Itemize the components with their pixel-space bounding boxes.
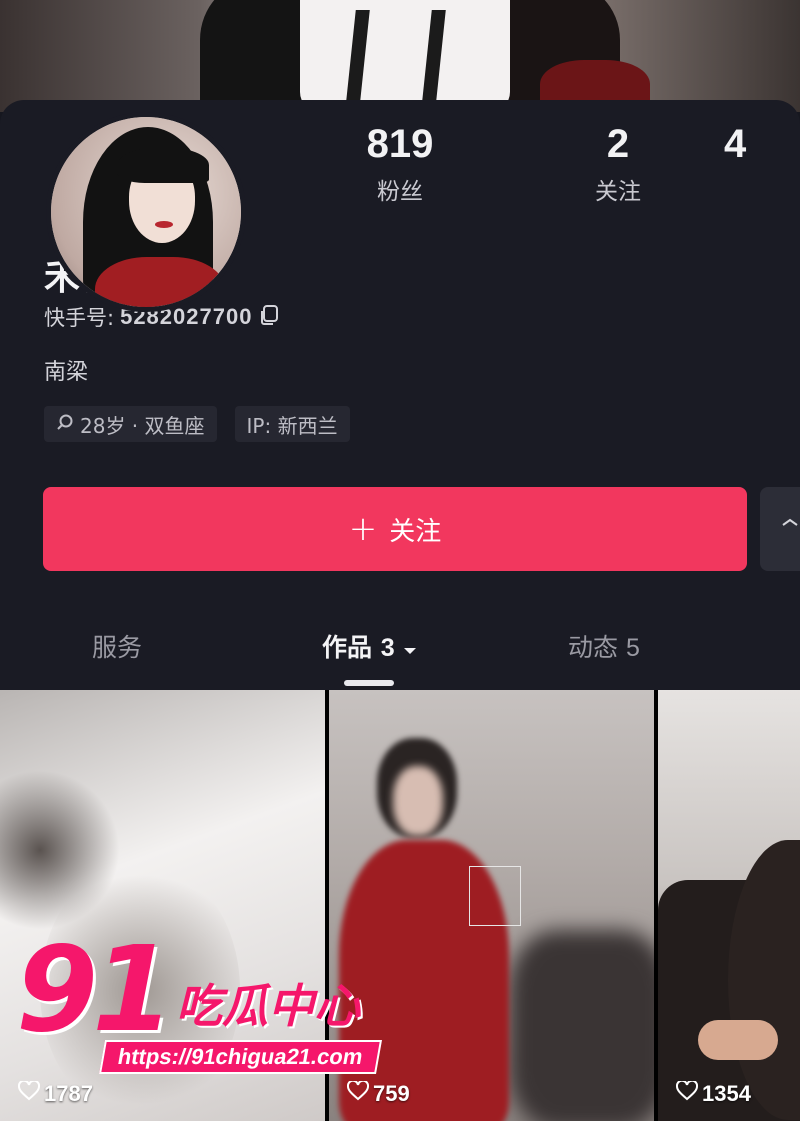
more-actions-button[interactable] (760, 487, 800, 571)
heart-icon (346, 1079, 370, 1107)
tag-ip: IP: 新西兰 (234, 406, 350, 442)
stat-label: 粉丝 (377, 179, 423, 205)
likes-count: 1354 (702, 1081, 751, 1106)
video-likes: 1787 (17, 1079, 93, 1107)
thumb-face (393, 766, 443, 836)
profile-tags: 28岁 · 双鱼座 IP: 新西兰 (44, 406, 350, 442)
tab-moments[interactable]: 动态 5 (568, 628, 640, 664)
stat-value: 4 (724, 122, 747, 166)
tab-label: 作品 (322, 633, 373, 662)
stat-likes[interactable]: 4 (724, 120, 800, 172)
stat-following[interactable]: 2 关注 (548, 120, 688, 206)
tag-age-zodiac: 28岁 · 双鱼座 (44, 406, 217, 442)
plus-icon: + (348, 509, 378, 549)
site-watermark: 91 吃瓜中心 https://91chigua21.com (16, 930, 396, 1080)
caret-down-icon (403, 633, 417, 662)
tag-label: IP: 新西兰 (246, 413, 338, 438)
stat-value: 2 (606, 122, 630, 166)
heart-icon (675, 1079, 699, 1107)
avatar-bangs (117, 147, 209, 183)
video-thumbnail[interactable]: 1354 (658, 690, 800, 1121)
stat-value: 819 (366, 122, 434, 166)
heart-icon (17, 1079, 41, 1107)
avatar-lips (155, 221, 173, 228)
watermark-url: https://91chigua21.com (99, 1040, 382, 1074)
video-likes: 1354 (675, 1079, 751, 1107)
tab-label: 动态 (568, 633, 619, 662)
profile-cover-image (0, 0, 800, 112)
watermark-text: 吃瓜中心 (176, 979, 360, 1033)
cover-tie (344, 10, 446, 112)
likes-count: 759 (373, 1081, 410, 1106)
follow-button-label: 关注 (389, 516, 442, 547)
profile-stats: 819 粉丝 2 关注 4 (330, 120, 800, 210)
search-icon (56, 412, 74, 436)
location-text: 南梁 (44, 360, 89, 385)
follow-button[interactable]: + 关注 (43, 487, 747, 571)
tab-services[interactable]: 服务 (92, 628, 142, 664)
thumb-frame (469, 866, 521, 926)
active-tab-indicator (344, 680, 394, 686)
avatar[interactable] (46, 112, 246, 312)
stat-label: 关注 (595, 179, 641, 205)
thumb-shadow (509, 930, 654, 1121)
copy-icon[interactable] (258, 303, 282, 332)
tab-label: 服务 (92, 633, 143, 662)
tag-label: 28岁 · 双鱼座 (80, 413, 205, 438)
dropdown-icon (780, 517, 800, 541)
tab-count: 5 (625, 634, 640, 662)
profile-tabs: 服务 作品 3 动态 5 (0, 618, 800, 688)
video-likes: 759 (346, 1079, 410, 1107)
likes-count: 1787 (44, 1081, 93, 1106)
tab-works[interactable]: 作品 3 (322, 628, 417, 664)
thumb-arm (698, 1020, 778, 1060)
tab-count: 3 (380, 634, 395, 662)
avatar-dress (95, 257, 225, 307)
watermark-number: 91 (16, 920, 174, 1058)
profile-card: 819 粉丝 2 关注 4 禾官 快手号: 5282027700 南梁 (0, 100, 800, 690)
stat-fans[interactable]: 819 粉丝 (330, 120, 470, 206)
